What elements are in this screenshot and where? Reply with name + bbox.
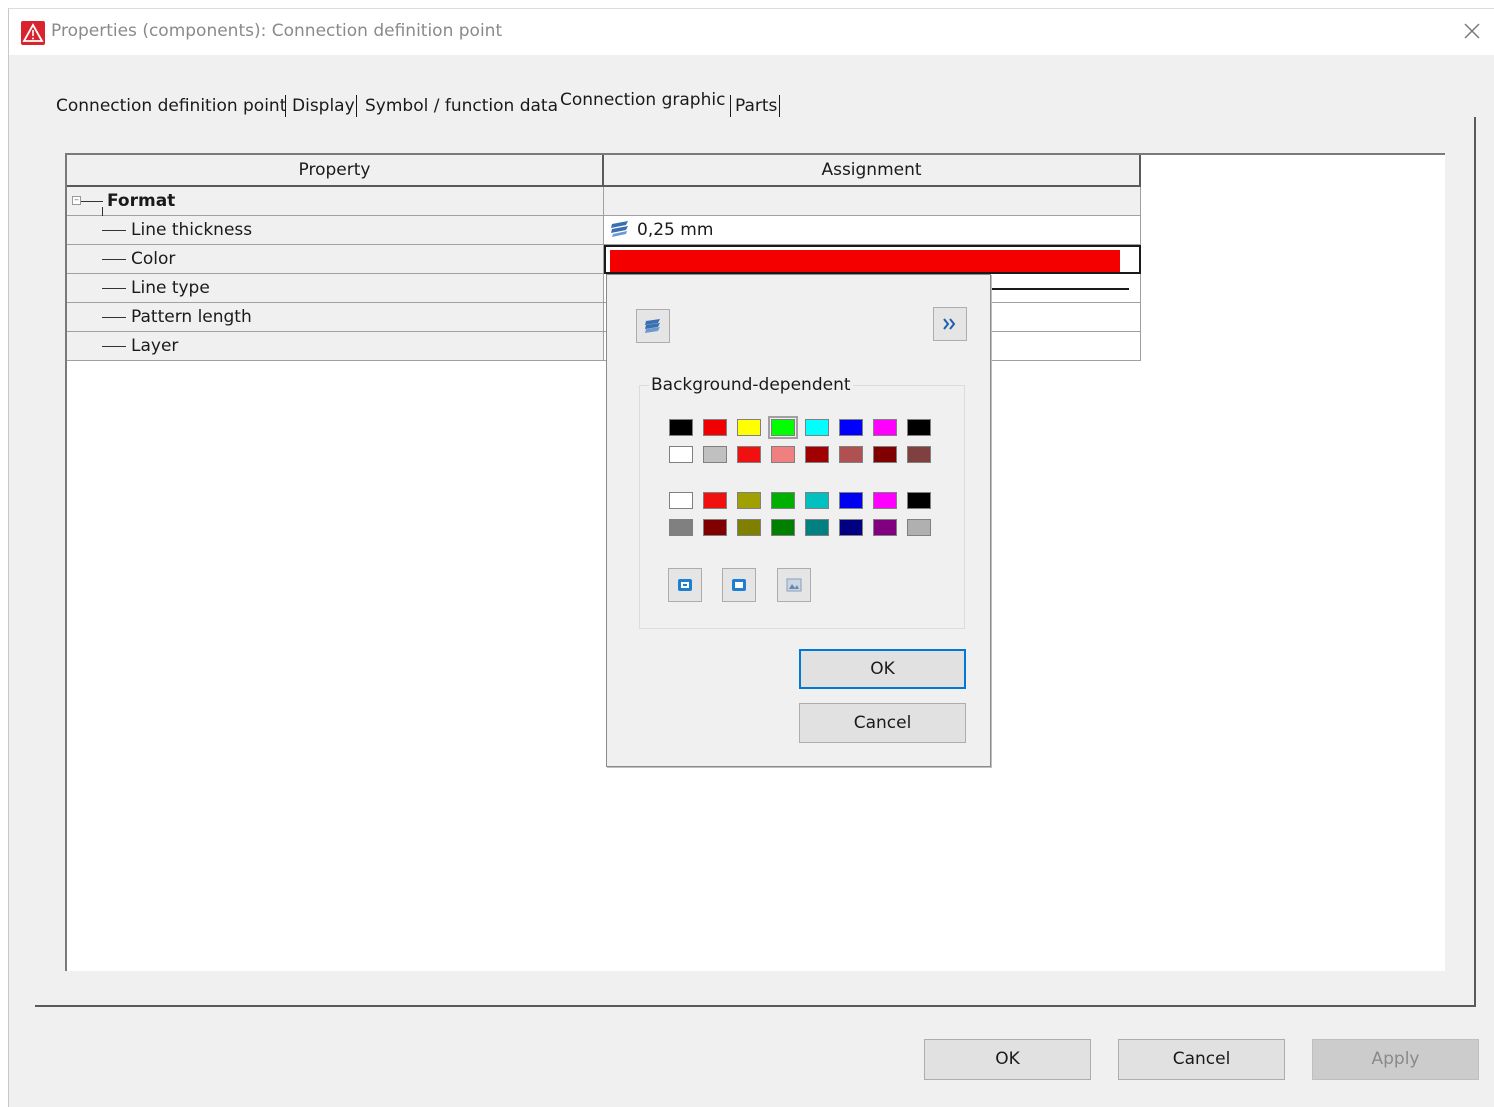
picker-ok-button[interactable]: OK [799,649,966,689]
color-swatch[interactable] [839,446,863,463]
ok-button[interactable]: OK [924,1039,1091,1080]
column-header-property[interactable]: Property [67,155,604,187]
color-swatch[interactable] [907,419,931,436]
layer-icon [611,221,628,237]
property-label: Color [131,249,176,269]
color-swatch[interactable] [737,492,761,509]
close-icon[interactable] [1458,17,1486,45]
group-row-format[interactable]: – Format [67,187,1141,216]
color-swatch[interactable] [771,492,795,509]
color-swatch[interactable] [873,492,897,509]
property-label: Layer [131,336,179,356]
color-swatch[interactable] [703,419,727,436]
double-chevron-right-icon [943,318,956,330]
property-label: Line thickness [131,220,253,240]
color-swatch[interactable] [669,519,693,536]
color-swatch[interactable] [737,519,761,536]
color-swatch[interactable] [669,492,693,509]
color-swatch[interactable] [703,492,727,509]
color-swatch[interactable] [839,419,863,436]
color-value-cell[interactable] [604,245,1141,274]
app-warning-icon [21,21,45,45]
apply-button[interactable]: Apply [1312,1039,1479,1080]
property-row-line-thickness[interactable]: Line thickness 0,25 mm [67,216,1141,245]
layer-icon [645,319,660,333]
outline-square-icon [732,579,746,591]
picker-cancel-button[interactable]: Cancel [799,703,966,743]
color-swatch[interactable] [771,519,795,536]
color-swatch[interactable] [907,446,931,463]
color-option-button-2[interactable] [722,568,756,602]
tab-symbol-function-data[interactable]: Symbol / function data [365,93,558,119]
color-swatch[interactable] [873,419,897,436]
color-swatch[interactable] [907,492,931,509]
property-label: Pattern length [131,307,252,327]
window-title: Properties (components): Connection defi… [51,21,503,41]
title-bar: Properties (components): Connection defi… [9,9,1494,55]
color-option-button-3[interactable] [777,568,811,602]
more-colors-button[interactable] [933,307,967,341]
color-swatch[interactable] [768,416,798,439]
line-thickness-value[interactable]: 0,25 mm [604,216,1141,245]
color-swatch[interactable] [873,519,897,536]
color-swatch[interactable] [805,492,829,509]
color-swatch[interactable] [703,519,727,536]
picture-icon [786,578,802,592]
group-label: Format [107,191,176,211]
group-title: Background-dependent [649,375,853,395]
color-swatch[interactable] [669,419,693,436]
color-swatch[interactable] [669,446,693,463]
color-swatch[interactable] [805,419,829,436]
tab-connection-definition-point[interactable]: Connection definition point [56,93,286,119]
value-text: 0,25 mm [637,220,714,240]
color-swatch[interactable] [839,492,863,509]
color-picker-popup: Background-dependent OK Cancel [606,274,991,767]
color-swatch[interactable] [873,446,897,463]
property-row-color[interactable]: Color [67,245,1141,274]
tab-parts[interactable]: Parts [735,93,777,119]
cancel-button[interactable]: Cancel [1118,1039,1285,1080]
color-swatch[interactable] [839,519,863,536]
color-option-button-1[interactable] [668,568,702,602]
selected-color-bar[interactable] [610,250,1120,272]
color-swatch[interactable] [703,446,727,463]
color-swatch[interactable] [737,446,761,463]
collapse-icon[interactable]: – [72,196,81,205]
layer-color-button[interactable] [636,309,670,343]
color-swatch[interactable] [805,519,829,536]
property-label: Line type [131,278,210,298]
color-swatch[interactable] [737,419,761,436]
tab-display[interactable]: Display [292,93,355,119]
color-swatch[interactable] [805,446,829,463]
fill-square-icon [678,579,692,591]
color-swatch[interactable] [771,446,795,463]
column-header-assignment[interactable]: Assignment [604,155,1141,187]
tab-connection-graphic[interactable]: Connection graphic [560,87,725,113]
color-swatch[interactable] [907,519,931,536]
